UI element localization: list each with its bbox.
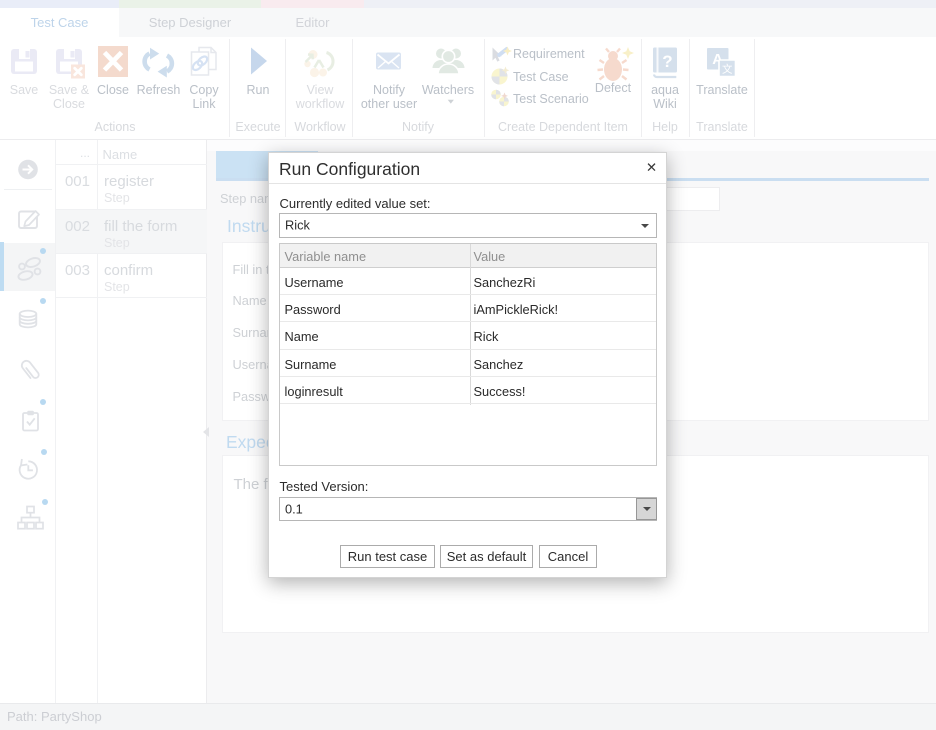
svg-text:?: ?	[662, 52, 672, 71]
svg-text:文: 文	[722, 63, 733, 76]
